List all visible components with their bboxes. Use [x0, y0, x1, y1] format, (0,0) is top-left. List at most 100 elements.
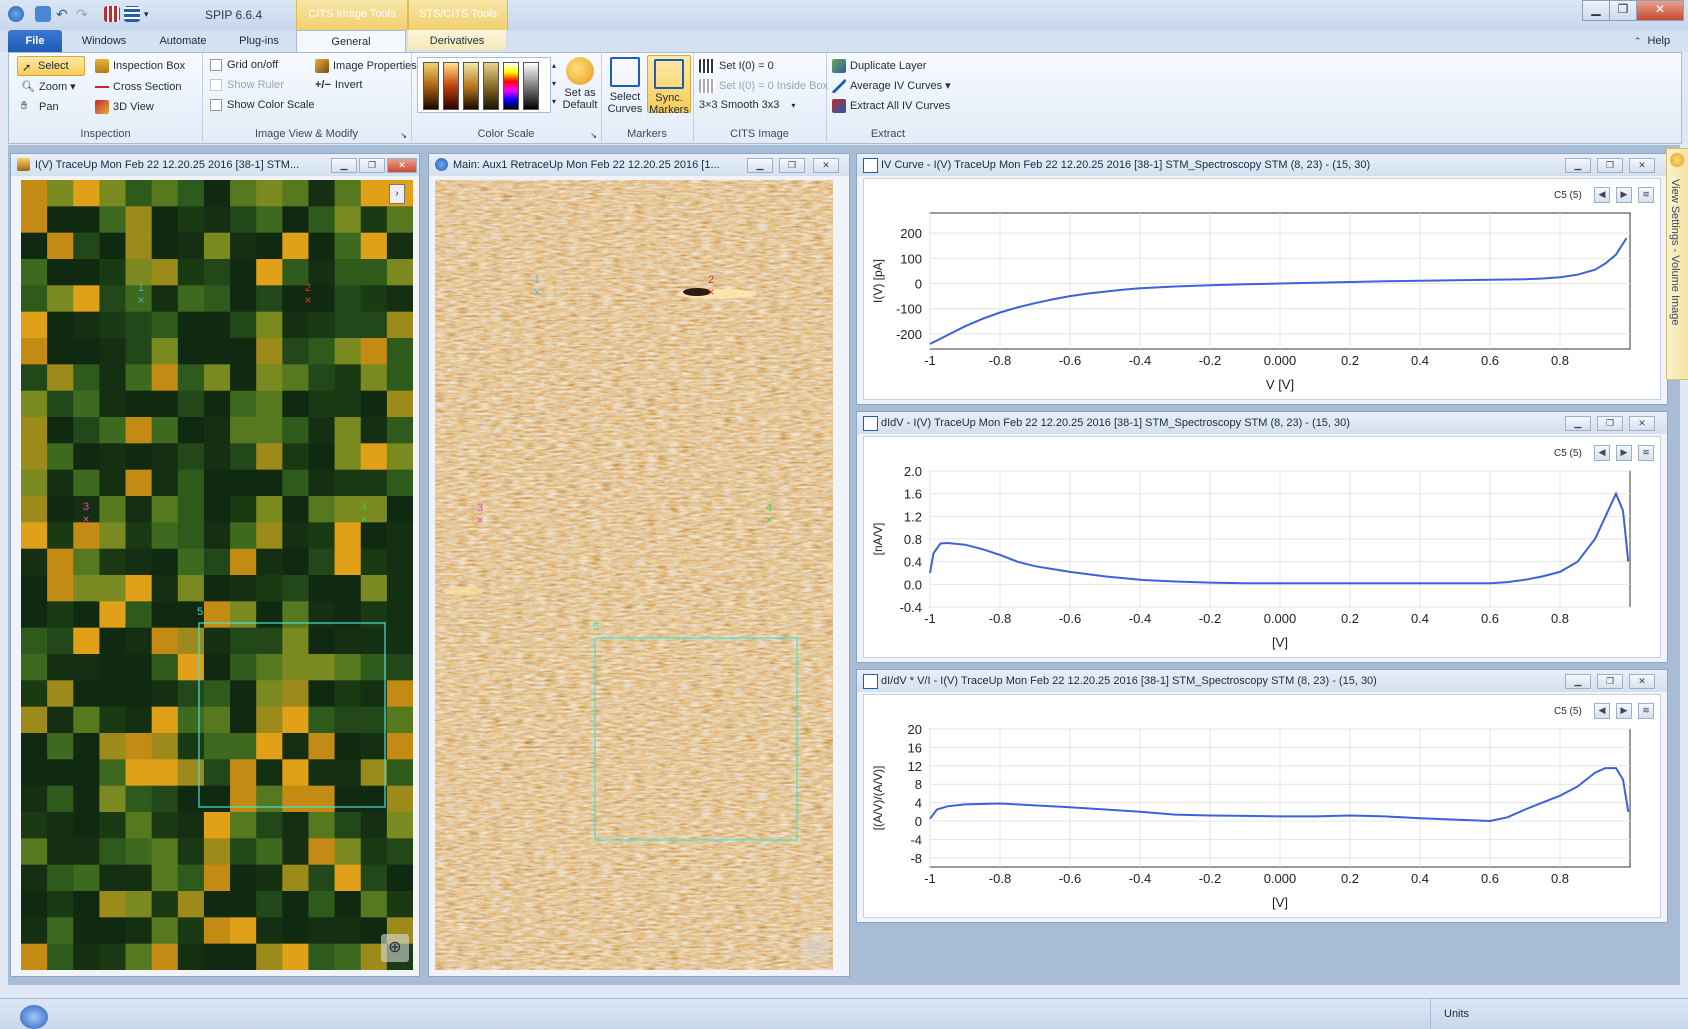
select-button[interactable]: ➚ Select	[17, 56, 85, 76]
cross-section-label: Cross Section	[113, 80, 182, 93]
topography-image[interactable]: 1 × 2 × 3 × 4 × 5 ⊕	[435, 180, 833, 970]
close-button[interactable]: ✕	[1636, 0, 1684, 21]
inspection-box-button[interactable]: Inspection Box	[95, 59, 185, 73]
group-title: Markers	[627, 128, 667, 140]
tab-windows[interactable]: Windows	[72, 30, 136, 52]
view-settings-side-panel[interactable]: View Settings - Volume Image	[1666, 148, 1688, 380]
panel-close-button[interactable]: ✕	[1629, 674, 1655, 689]
set-i0-inside-box-button[interactable]: Set I(0) = 0 Inside Box	[699, 79, 828, 93]
tab-plugins[interactable]: Plug-ins	[228, 30, 290, 52]
panel-title: Main: Aux1 RetraceUp Mon Feb 22 12.20.25…	[453, 159, 720, 171]
tab-general[interactable]: General	[296, 30, 406, 53]
group-title: Extract	[870, 128, 906, 140]
color-scale-gallery[interactable]	[417, 57, 551, 113]
show-ruler-toggle[interactable]: Show Ruler	[210, 79, 284, 92]
palette-gold-swatch[interactable]	[423, 62, 439, 110]
iv-heatmap-image[interactable]: 1 × 2 × 3 × 4 × 5 › ⊕	[21, 180, 413, 970]
zoom-icon[interactable]: ⊕	[801, 934, 829, 962]
minimize-button[interactable]: ▁	[1582, 0, 1610, 21]
panel-minimize-button[interactable]: ▁	[1565, 158, 1591, 173]
palette-rainbow-swatch[interactable]	[503, 62, 519, 110]
redo-icon[interactable]: ↷	[76, 6, 92, 22]
palette-gray-swatch[interactable]	[523, 62, 539, 110]
panel-close-button[interactable]: ✕	[387, 158, 417, 173]
didv-plot-area[interactable]: C5 (5) ◀ ▶ ≋ -1 -0.8 -0.6 -0.4 -0.2 0.000 0.2 0…	[863, 436, 1661, 658]
color-scale-checkbox[interactable]	[210, 99, 222, 112]
undo-icon[interactable]: ↶	[56, 6, 72, 22]
x-tick-label: -0.2	[1199, 611, 1221, 626]
duplicate-layer-button[interactable]: Duplicate Layer	[832, 59, 926, 73]
panel-maximize-button[interactable]: ❐	[359, 158, 385, 173]
grid-checkbox[interactable]	[210, 59, 222, 72]
tab-automate[interactable]: Automate	[146, 30, 220, 52]
panel-close-button[interactable]: ✕	[1629, 416, 1655, 431]
panel-maximize-button[interactable]: ❐	[1597, 416, 1623, 431]
palette-brown-swatch[interactable]	[463, 62, 479, 110]
sync-markers-button[interactable]: Sync. Markers	[647, 55, 691, 116]
x-tick-label: -1	[924, 353, 936, 368]
x-tick-label: 0.8	[1551, 611, 1569, 626]
x-tick-label: 0.000	[1264, 871, 1297, 886]
invert-label: Invert	[334, 79, 363, 91]
palette-olive-swatch[interactable]	[483, 62, 499, 110]
3d-view-button[interactable]: 3D View	[95, 100, 154, 114]
cross-section-button[interactable]: Cross Section	[95, 80, 181, 94]
group-color-scale: ▴ ▾ ▾ Set as Default ↘ Color Scale	[411, 53, 602, 142]
smooth-button[interactable]: 3×3 Smooth 3x3 ▾	[699, 99, 795, 111]
panel-header[interactable]: I(V) TraceUp Mon Feb 22 12.20.25 2016 [3…	[11, 154, 419, 176]
panel-close-button[interactable]: ✕	[1629, 158, 1655, 173]
ruler-checkbox[interactable]	[210, 79, 222, 92]
x-tick-label: 0.8	[1551, 353, 1569, 368]
tab-derivatives[interactable]: Derivatives	[408, 30, 506, 52]
tile-windows-icon[interactable]	[104, 6, 120, 22]
panel-minimize-button[interactable]: ▁	[331, 158, 357, 173]
panel-maximize-button[interactable]: ❐	[1597, 158, 1623, 173]
iv-curve-chart: -1 -0.8 -0.6 -0.4 -0.2 0.000 0.2 0.4 0.6 0.8 200 10…	[871, 212, 1631, 392]
start-orb-icon[interactable]	[20, 1005, 48, 1029]
set-i0-box-icon	[699, 79, 715, 93]
set-i0-button[interactable]: Set I(0) = 0	[699, 59, 774, 73]
save-icon[interactable]	[35, 6, 51, 22]
pan-button[interactable]: ✋︎ Pan	[21, 100, 59, 114]
gallery-scroll[interactable]: ▴ ▾ ▾	[549, 57, 559, 111]
normalized-plot-area[interactable]: C5 (5) ◀ ▶ ≋ -1 -0.8 -0.6 -0.4 -0.2 0.000 0.2 0…	[863, 694, 1661, 918]
panel-maximize-button[interactable]: ❐	[779, 158, 805, 173]
panel-header[interactable]: IV Curve - I(V) TraceUp Mon Feb 22 12.20…	[857, 154, 1667, 176]
collapse-ribbon-icon[interactable]: ⌃	[1634, 36, 1642, 46]
tab-help[interactable]: ⌃ Help	[1622, 30, 1682, 52]
image-properties-button[interactable]: Image Properties	[315, 59, 417, 73]
extract-all-button[interactable]: Extract All IV Curves	[832, 99, 950, 113]
panel-maximize-button[interactable]: ❐	[1597, 674, 1623, 689]
average-iv-button[interactable]: Average IV Curves ▾	[832, 79, 951, 94]
x-tick-label: -0.4	[1129, 353, 1151, 368]
panel-header[interactable]: dI/dV * V/I - I(V) TraceUp Mon Feb 22 12…	[857, 670, 1667, 692]
x-tick-label: -1	[924, 611, 936, 626]
zoom-icon[interactable]: ⊕	[381, 934, 409, 962]
average-label: Average IV Curves	[850, 80, 943, 92]
tab-file[interactable]: File	[8, 30, 62, 52]
invert-button[interactable]: +/− Invert	[315, 79, 362, 91]
palette-heat-swatch[interactable]	[443, 62, 459, 110]
x-tick-label: 0.6	[1481, 353, 1499, 368]
quick-access-dropdown-icon[interactable]: ▾	[144, 6, 152, 22]
show-color-scale-toggle[interactable]: Show Color Scale	[210, 99, 314, 112]
panel-minimize-button[interactable]: ▁	[747, 158, 773, 173]
extract-all-label: Extract All IV Curves	[850, 99, 951, 112]
set-as-default-button[interactable]: Set as Default	[561, 57, 599, 111]
select-curves-button[interactable]: Select Curves	[605, 57, 645, 115]
panel-close-button[interactable]: ✕	[813, 158, 839, 173]
panel-minimize-button[interactable]: ▁	[1565, 674, 1591, 689]
panel-header[interactable]: Main: Aux1 RetraceUp Mon Feb 22 12.20.25…	[429, 154, 849, 176]
iv-plot-area[interactable]: C5 (5) ◀ ▶ ≋ -1 -0.8 -0.6 -0.4 -0.2 0.000 0.2 0…	[863, 178, 1661, 400]
chevron-right-icon[interactable]: ›	[389, 184, 405, 204]
marker-overlay: 1 × 2 × 3 × 4 × 5	[476, 274, 798, 841]
panel-header[interactable]: dIdV - I(V) TraceUp Mon Feb 22 12.20.25 …	[857, 412, 1667, 434]
panel-minimize-button[interactable]: ▁	[1565, 416, 1591, 431]
chevron-down-icon[interactable]: ▾	[791, 101, 795, 110]
x-tick-label: 0.000	[1264, 353, 1297, 368]
maximize-button[interactable]: ❐	[1609, 0, 1637, 21]
grid-toggle[interactable]: Grid on/off	[210, 59, 278, 72]
cascade-windows-icon[interactable]	[124, 6, 140, 22]
group-image-view-modify: Grid on/off Show Ruler Show Color Scale …	[202, 53, 417, 142]
zoom-button[interactable]: 🔍︎ Zoom ▾	[21, 80, 76, 94]
